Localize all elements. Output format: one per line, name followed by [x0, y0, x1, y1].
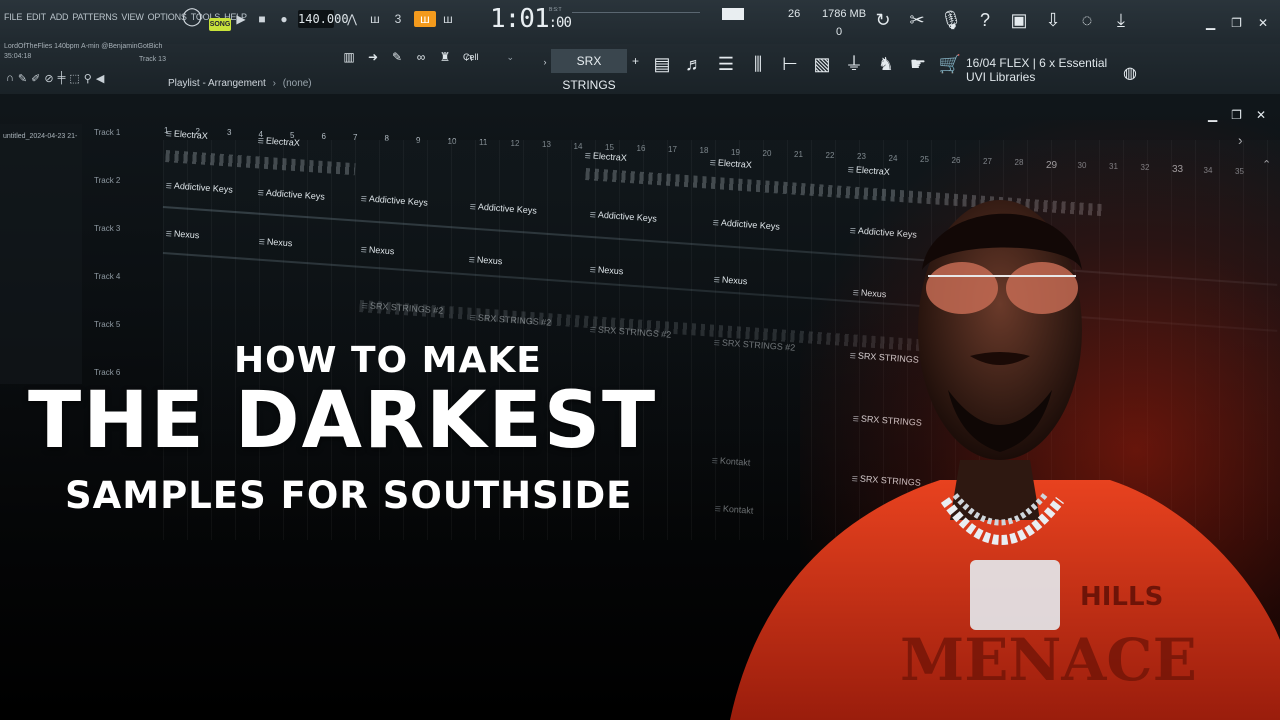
- help-icon[interactable]: ?: [972, 6, 998, 34]
- close-icon[interactable]: ✕: [1258, 16, 1268, 30]
- sunglasses-right-lens: [1006, 262, 1078, 314]
- download-icon[interactable]: ⤓: [1108, 6, 1134, 34]
- shirt-text-hills: HILLS: [1080, 582, 1163, 612]
- news-panel[interactable]: 16/04 FLEX | 6 x Essential UVI Libraries: [966, 56, 1116, 84]
- pendant: [970, 560, 1060, 630]
- export-icon[interactable]: ⇩: [1040, 6, 1066, 34]
- headline-line2: THE DARKEST: [28, 376, 658, 466]
- window-controls: ▁ ❐ ✕: [1206, 16, 1268, 30]
- microphone-icon[interactable]: 🎙: [938, 6, 964, 34]
- cart-icon[interactable]: 🛒: [938, 50, 962, 78]
- touch-icon[interactable]: ☛: [906, 50, 930, 78]
- thumbnail-headline: HOW TO MAKE THE DARKEST SAMPLES FOR SOUT…: [0, 0, 900, 720]
- shirt-text-menace: MENACE: [900, 626, 1197, 694]
- save-icon[interactable]: ▣: [1006, 6, 1032, 34]
- headline-line1: HOW TO MAKE: [234, 340, 542, 381]
- minimize-icon[interactable]: ▁: [1206, 16, 1215, 30]
- top-icon-group: ↻ ✂ 🎙 ? ▣ ⇩ ◌ ⤓: [870, 6, 1134, 34]
- headline-line3: SAMPLES FOR SOUTHSIDE: [65, 474, 633, 517]
- cut-icon[interactable]: ✂: [904, 6, 930, 34]
- news-line1: 16/04 FLEX | 6 x Essential: [966, 56, 1108, 70]
- globe-icon[interactable]: ◍: [1123, 63, 1137, 83]
- screen: FILE EDIT ADD PATTERNS VIEW OPTIONS TOOL…: [0, 0, 1280, 720]
- news-line2: UVI Libraries: [966, 70, 1036, 84]
- sunglasses-left-lens: [926, 262, 998, 314]
- maximize-icon[interactable]: ❐: [1231, 16, 1242, 30]
- chat-icon[interactable]: ◌: [1074, 6, 1100, 34]
